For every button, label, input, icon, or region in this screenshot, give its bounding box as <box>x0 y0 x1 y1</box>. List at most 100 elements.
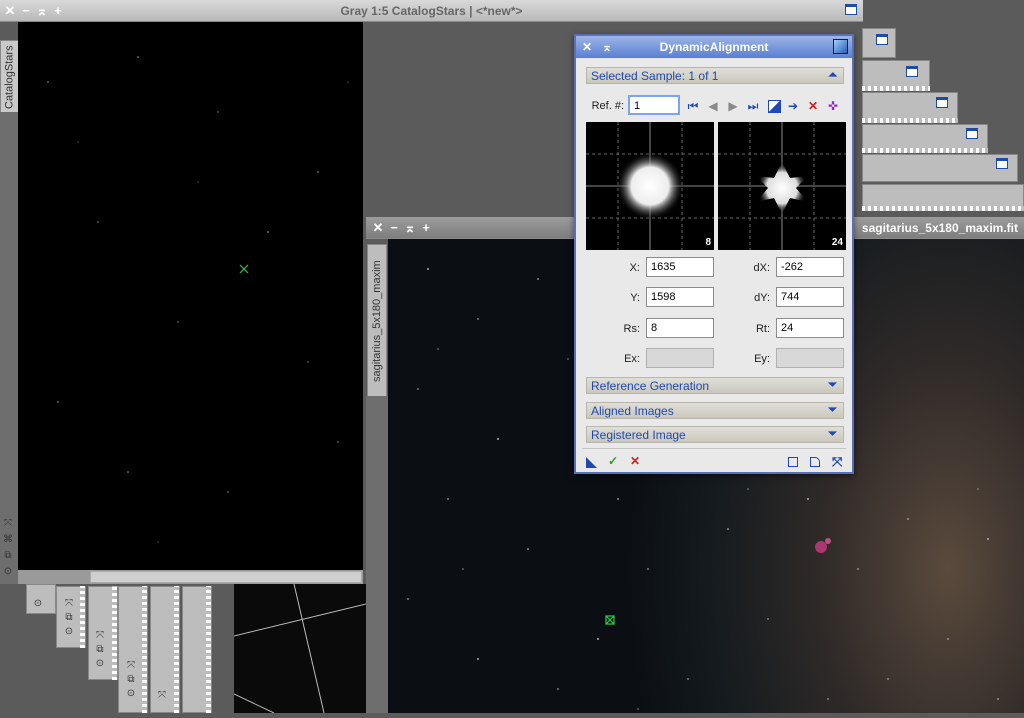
maximize-icon[interactable] <box>996 158 1008 169</box>
chevron-up-icon[interactable]: ⏶ <box>828 69 837 82</box>
window-maximize-icon[interactable] <box>845 4 857 15</box>
chevron-down-icon[interactable]: ⏷ <box>828 379 837 392</box>
selected-sample-label: Selected Sample: 1 of 1 <box>591 68 719 83</box>
move-sample-icon[interactable]: ➔ <box>786 99 800 113</box>
prev-sample-icon[interactable]: ◀ <box>706 99 720 113</box>
rs-field[interactable]: 8 <box>646 318 714 338</box>
shade-icon[interactable]: ⌅ <box>402 220 418 236</box>
dialog-titlebar[interactable]: ✕ ⌅ DynamicAlignment <box>576 36 852 58</box>
y-label: Y: <box>630 292 640 304</box>
dx-field[interactable]: -262 <box>776 257 844 277</box>
registered-image-label: Registered Image <box>591 427 686 442</box>
close-icon[interactable]: ✕ <box>370 220 386 236</box>
shade-icon[interactable]: ⌅ <box>34 3 50 19</box>
catalog-hscrollbar-thumb[interactable] <box>90 571 362 583</box>
browse-documentation-icon[interactable] <box>788 457 798 467</box>
maximize-icon[interactable] <box>936 97 948 108</box>
restore-icon[interactable]: ⧉ <box>94 644 106 655</box>
rt-field[interactable]: 24 <box>776 318 844 338</box>
aligned-images-section[interactable]: Aligned Images ⏷ <box>586 402 844 419</box>
reset-icon[interactable]: ⤧ <box>832 454 842 470</box>
sag-window-tab-label: sagitarius_5x180_maxim <box>371 260 383 382</box>
dy-field[interactable]: 744 <box>776 287 844 307</box>
restore-icon[interactable]: ⧉ <box>63 612 75 623</box>
catalog-left-strip <box>0 112 18 584</box>
ref-input[interactable]: 1 <box>628 95 680 115</box>
catalog-image-area[interactable] <box>18 22 363 570</box>
catalog-hscrollbar[interactable] <box>18 570 363 584</box>
stacked-window-6-border <box>862 206 1024 211</box>
stacked-window-bl-6-border <box>206 586 211 713</box>
stacked-window-bl-4-border <box>142 586 147 713</box>
stacked-window-bl-5-border <box>174 586 179 713</box>
sag-window-title: sagitarius_5x180_maxim.fit <box>861 220 1018 235</box>
aligned-images-label: Aligned Images <box>591 403 674 418</box>
target-icon[interactable]: ⊙ <box>2 566 14 577</box>
reference-preview-size: 8 <box>705 237 711 248</box>
ey-label: Ey: <box>754 353 770 365</box>
crosshair-icon[interactable]: ✜ <box>826 99 840 113</box>
x-label: X: <box>629 262 640 274</box>
zoom-icon[interactable]: ⌘ <box>2 534 14 545</box>
maximize-icon[interactable]: + <box>50 3 66 18</box>
fit-icon[interactable]: ⤧ <box>125 660 137 671</box>
target-icon[interactable]: ⊙ <box>94 658 106 669</box>
edit-instance-icon[interactable] <box>810 457 820 467</box>
fit-icon[interactable]: ⤧ <box>2 518 14 529</box>
background-starfield-strip <box>233 583 367 714</box>
reference-star-plot <box>586 122 714 250</box>
x-field[interactable]: 1635 <box>646 257 714 277</box>
maximize-icon[interactable] <box>966 128 978 139</box>
dialog-title: DynamicAlignment <box>659 40 769 54</box>
constellation-lines <box>233 583 367 714</box>
fit-icon[interactable]: ⤧ <box>156 690 168 701</box>
target-icon[interactable]: ⊙ <box>125 688 137 699</box>
stacked-window-5[interactable] <box>862 154 1018 182</box>
dx-label: dX: <box>753 262 770 274</box>
maximize-icon[interactable] <box>876 34 888 45</box>
last-sample-icon[interactable]: ⏭ <box>746 99 760 114</box>
selected-sample-section[interactable]: Selected Sample: 1 of 1 ⏶ <box>586 67 844 84</box>
nebula-glow <box>815 541 827 553</box>
stacked-window-3-border <box>862 118 958 123</box>
edit-sample-icon[interactable] <box>768 100 781 113</box>
cancel-icon[interactable]: ✕ <box>630 454 640 468</box>
restore-icon[interactable]: ⧉ <box>125 674 137 685</box>
catalog-window-tab-label: CatalogStars <box>3 45 16 109</box>
dialog-footer-divider <box>582 448 846 449</box>
minimize-icon[interactable]: − <box>386 220 402 235</box>
target-icon[interactable]: ⊙ <box>32 598 44 609</box>
catalog-window-titlebar[interactable]: ✕ − ⌅ + Gray 1:5 CatalogStars | <*new*> <box>0 0 863 22</box>
process-icon[interactable] <box>833 39 848 54</box>
minimize-icon[interactable]: − <box>18 3 34 18</box>
rs-label: Rs: <box>623 323 641 335</box>
reference-generation-section[interactable]: Reference Generation ⏷ <box>586 377 844 394</box>
restore-icon[interactable]: ⧉ <box>2 550 14 561</box>
maximize-icon[interactable]: + <box>418 220 434 235</box>
maximize-icon[interactable] <box>906 66 918 77</box>
stacked-window-4-border <box>862 148 988 153</box>
execute-icon[interactable]: ✓ <box>608 454 618 468</box>
new-instance-icon[interactable] <box>586 457 597 468</box>
dy-label: dY: <box>754 292 770 304</box>
target-star-plot <box>718 122 846 250</box>
dynamic-alignment-dialog[interactable]: ✕ ⌅ DynamicAlignment Selected Sample: 1 … <box>574 34 854 474</box>
ex-field <box>646 348 714 368</box>
next-sample-icon[interactable]: ▶ <box>726 99 740 113</box>
registered-image-section[interactable]: Registered Image ⏷ <box>586 426 844 443</box>
fit-icon[interactable]: ⤧ <box>63 598 75 609</box>
target-star-preview[interactable]: 24 <box>718 122 846 250</box>
sag-window-tab[interactable]: sagitarius_5x180_maxim <box>367 244 387 398</box>
reference-generation-label: Reference Generation <box>591 378 710 393</box>
stacked-window-bl-3-border <box>112 586 117 680</box>
catalog-window-tab[interactable]: CatalogStars <box>0 40 20 114</box>
delete-sample-icon[interactable]: ✕ <box>806 99 820 113</box>
first-sample-icon[interactable]: ⏮ <box>686 99 700 114</box>
reference-star-preview[interactable]: 8 <box>586 122 714 250</box>
fit-icon[interactable]: ⤧ <box>94 630 106 641</box>
target-icon[interactable]: ⊙ <box>63 626 75 637</box>
close-icon[interactable]: ✕ <box>2 3 18 19</box>
y-field[interactable]: 1598 <box>646 287 714 307</box>
chevron-down-icon[interactable]: ⏷ <box>828 428 837 441</box>
chevron-down-icon[interactable]: ⏷ <box>828 404 837 417</box>
